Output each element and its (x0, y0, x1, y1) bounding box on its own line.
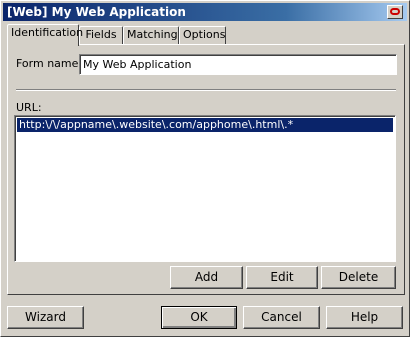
cancel-button[interactable]: Cancel (243, 306, 320, 329)
tab-options[interactable]: Options (179, 26, 226, 44)
identification-panel: Form name: My Web Application URL: http:… (7, 44, 405, 295)
wizard-button[interactable]: Wizard (7, 306, 84, 329)
add-button[interactable]: Add (170, 266, 243, 289)
url-list-item[interactable]: http:\/\/appname\.website\.com/apphome\.… (17, 118, 393, 132)
help-button[interactable]: Help (326, 306, 403, 329)
dialog-window: [Web] My Web Application Identification … (0, 0, 410, 337)
delete-button[interactable]: Delete (321, 266, 396, 289)
separator (16, 89, 396, 91)
tab-matching[interactable]: Matching (123, 26, 179, 44)
tab-identification[interactable]: Identification (7, 24, 83, 46)
window-title: [Web] My Web Application (7, 5, 186, 19)
ok-button[interactable]: OK (161, 306, 237, 329)
tab-fields[interactable]: Fields (79, 26, 123, 44)
form-name-input[interactable]: My Web Application (79, 54, 397, 75)
close-icon[interactable] (387, 5, 403, 19)
title-bar[interactable]: [Web] My Web Application (3, 3, 407, 21)
url-label: URL: (16, 101, 42, 114)
url-listbox[interactable]: http:\/\/appname\.website\.com/apphome\.… (14, 115, 396, 262)
edit-button[interactable]: Edit (246, 266, 318, 289)
form-name-label: Form name: (16, 57, 83, 70)
